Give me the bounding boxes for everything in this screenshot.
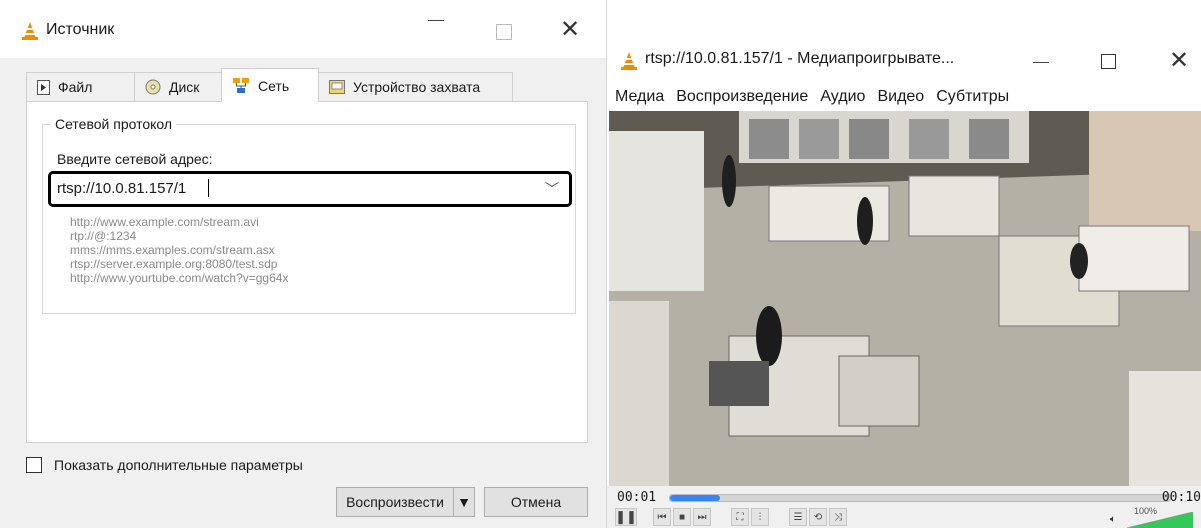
equalizer-icon: ⫶ xyxy=(758,511,762,523)
tab-disc[interactable]: Диск xyxy=(134,72,222,101)
loop-icon: ⟲ xyxy=(813,511,823,523)
tab-file[interactable]: Файл xyxy=(26,72,135,101)
fullscreen-icon: ⛶ xyxy=(736,511,744,523)
next-button[interactable]: ⏭ xyxy=(693,508,711,526)
example-line: mms://mms.examples.com/stream.asx xyxy=(70,243,275,257)
close-icon[interactable]: ✕ xyxy=(1169,46,1189,75)
capture-device-icon xyxy=(329,80,345,94)
store-camera-image xyxy=(609,111,1201,488)
menu-subtitles[interactable]: Субтитры xyxy=(936,88,1009,106)
player-title: rtsp://10.0.81.157/1 - Медиапроигрывате.… xyxy=(645,50,955,67)
text-cursor xyxy=(208,179,209,197)
play-dropdown-button[interactable]: ▼ xyxy=(453,487,475,517)
video-frame[interactable] xyxy=(609,111,1201,488)
network-address-input[interactable]: rtsp://10.0.81.157/1 ﹀ xyxy=(48,171,572,207)
stop-button[interactable]: ■ xyxy=(673,508,691,526)
maximize-icon[interactable] xyxy=(1101,54,1116,69)
group-title: Сетевой протокол xyxy=(51,116,177,132)
play-button[interactable]: Воспроизвести xyxy=(336,487,454,517)
time-total: 00:10 xyxy=(1161,490,1201,505)
show-more-label: Показать дополнительные параметры xyxy=(54,457,303,473)
network-protocol-group: Сетевой протокол Введите сетевой адрес: … xyxy=(42,116,576,314)
tab-file-label: Файл xyxy=(58,79,93,95)
cancel-button[interactable]: Отмена xyxy=(484,487,588,517)
tab-disc-label: Диск xyxy=(169,79,200,95)
address-examples: http://www.example.com/stream.avi rtp://… xyxy=(70,215,288,285)
maximize-icon[interactable] xyxy=(496,24,512,40)
menu-media[interactable]: Медиа xyxy=(615,88,664,106)
menu-bar: Медиа Воспроизведение Аудио Видео Субтит… xyxy=(615,88,1009,106)
dialog-titlebar: Источник ✕ xyxy=(0,0,606,58)
menu-playback[interactable]: Воспроизведение xyxy=(676,88,808,106)
vlc-player-window: rtsp://10.0.81.157/1 - Медиапроигрывате.… xyxy=(607,38,1201,528)
pause-icon: ❚❚ xyxy=(615,509,637,524)
show-more-checkbox[interactable] xyxy=(26,457,42,473)
extended-settings-button[interactable]: ⫶ xyxy=(751,508,769,526)
seek-progress xyxy=(670,495,720,501)
playlist-button[interactable]: ☰ xyxy=(789,508,807,526)
menu-audio[interactable]: Аудио xyxy=(820,88,865,106)
tab-capture-device[interactable]: Устройство захвата xyxy=(318,72,513,101)
previous-button[interactable]: ⏮ xyxy=(653,508,671,526)
volume-slider[interactable] xyxy=(1127,512,1193,528)
example-line: http://www.example.com/stream.avi xyxy=(70,215,259,229)
seek-bar[interactable] xyxy=(669,494,1171,502)
minimize-icon[interactable] xyxy=(1033,62,1049,63)
minimize-icon[interactable] xyxy=(428,20,444,21)
chevron-down-icon[interactable]: ﹀ xyxy=(545,179,559,199)
example-line: rtsp://server.example.org:8080/test.sdp xyxy=(70,257,278,271)
menu-video[interactable]: Видео xyxy=(877,88,924,106)
network-icon xyxy=(233,77,249,93)
close-icon[interactable]: ✕ xyxy=(560,15,580,44)
tab-network-label: Сеть xyxy=(258,77,290,94)
network-address-value: rtsp://10.0.81.157/1 xyxy=(57,180,187,197)
speaker-icon[interactable]: 🔈︎ xyxy=(1110,514,1116,525)
dialog-title: Источник xyxy=(46,21,115,38)
vlc-cone-icon xyxy=(621,52,637,70)
next-icon: ⏭ xyxy=(697,511,707,523)
tab-network[interactable]: Сеть xyxy=(221,68,319,102)
fullscreen-button[interactable]: ⛶ xyxy=(731,508,749,526)
shuffle-button[interactable]: ⤨ xyxy=(829,508,847,526)
playlist-icon: ☰ xyxy=(793,511,803,523)
shuffle-icon: ⤨ xyxy=(834,511,842,523)
pause-button[interactable]: ❚❚ xyxy=(615,508,637,526)
previous-icon: ⏮ xyxy=(657,511,667,523)
loop-button[interactable]: ⟲ xyxy=(809,508,827,526)
network-tab-panel: Сетевой протокол Введите сетевой адрес: … xyxy=(26,101,588,443)
disc-icon xyxy=(145,79,161,95)
example-line: rtp://@:1234 xyxy=(70,229,137,243)
vlc-cone-icon xyxy=(22,22,38,40)
address-label: Введите сетевой адрес: xyxy=(57,151,213,167)
time-elapsed: 00:01 xyxy=(617,490,657,505)
example-line: http://www.yourtube.com/watch?v=gg64x xyxy=(70,271,289,285)
dropdown-arrow-icon: ▼ xyxy=(457,494,471,510)
player-controls: 00:01 00:10 ❚❚ ⏮ ■ ⏭ ⛶ ⫶ ☰ ⟲ ⤨ 🔈︎ 100% xyxy=(607,486,1201,528)
open-media-dialog: Источник ✕ Файл Диск Сеть Устройство зах… xyxy=(0,0,607,528)
show-more-options[interactable]: Показать дополнительные параметры xyxy=(26,457,303,473)
file-play-icon xyxy=(37,79,50,95)
tab-capture-device-label: Устройство захвата xyxy=(353,79,481,95)
stop-icon: ■ xyxy=(678,511,686,523)
